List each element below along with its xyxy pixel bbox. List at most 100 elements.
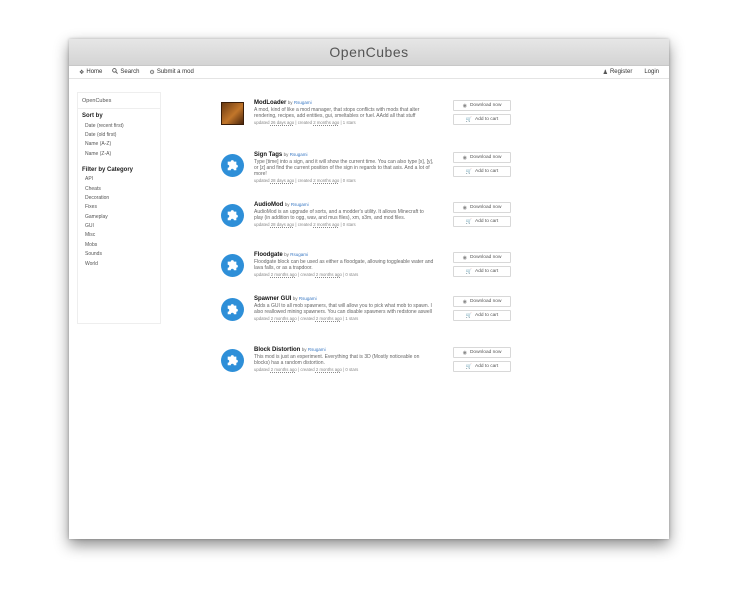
search-icon [112,68,119,76]
sidebar-brand[interactable]: OpenCubes [78,93,160,109]
created-time: 2 months ago [315,316,342,321]
mod-title[interactable]: Spawner GUI [254,296,291,302]
updated-time: 2 months ago [270,316,297,321]
add-to-cart-button[interactable]: 🛒 Add to cart [453,114,511,125]
category-item[interactable]: Misc [78,231,160,240]
mod-by-label: by [284,252,289,257]
stars-count: 0 stars [342,178,356,183]
download-button[interactable]: ◉ Download now [453,152,511,163]
download-icon: ◉ [462,204,467,211]
nav-home[interactable]: ❖ Home [79,69,102,76]
mod-author-link[interactable]: Rsugami [299,296,317,301]
updated-time: 2 months ago [270,367,297,372]
nav-submit-mod[interactable]: ⚙ Submit a mod [149,69,193,76]
mod-item: Block Distortion by Rsugami This mod is j… [219,347,519,389]
mod-by-label: by [283,152,289,157]
download-button[interactable]: ◉ Download now [453,100,511,111]
mod-meta: updated 28 days ago | created 2 months a… [254,178,356,183]
mod-description: This mod is just an experiment. Everythi… [254,354,420,366]
mod-title[interactable]: AudioMod [254,202,283,208]
category-item[interactable]: World [78,259,160,268]
download-button[interactable]: ◉ Download now [453,252,511,263]
mod-author-link[interactable]: Rsugami [294,100,312,105]
modloader-logo-icon[interactable] [221,102,244,125]
mod-description: Type [time] into a sign, and it will sho… [254,159,434,177]
category-item[interactable]: GUI [78,221,160,230]
sort-item[interactable]: Name (Z-A) [78,149,160,158]
browser-window: OpenCubes ❖ Home Search ⚙ Submit a mod ♟… [69,39,669,539]
category-item[interactable]: Gameplay [78,212,160,221]
mod-title[interactable]: ModLoader [254,100,286,106]
created-time: 2 months ago [313,120,340,125]
stars-count: 1 stars [345,316,359,321]
download-button[interactable]: ◉ Download now [453,347,511,358]
created-time: 2 months ago [313,222,340,227]
top-navbar: ❖ Home Search ⚙ Submit a mod ♟ Register … [69,66,669,79]
download-icon: ◉ [462,298,467,305]
nav-search[interactable]: Search [112,68,139,76]
stars-count: 1 stars [342,120,356,125]
window-title: OpenCubes [69,39,669,66]
mod-title[interactable]: Sign Tags [254,152,282,158]
updated-time: 2 months ago [270,272,297,277]
download-icon: ◉ [462,254,467,261]
puzzle-piece-icon[interactable] [221,254,244,277]
sort-item[interactable]: Date (recent first) [78,121,160,130]
mod-meta: updated 2 months ago | created 2 months … [254,272,359,277]
puzzle-piece-icon[interactable] [221,154,244,177]
category-item[interactable]: Mobs [78,240,160,249]
sort-item[interactable]: Date (old first) [78,130,160,139]
mod-description: AudioMod is an upgrade of sorts, and a m… [254,209,424,221]
mod-meta: updated 2 months ago | created 2 months … [254,367,359,372]
download-icon: ◉ [462,102,467,109]
cart-icon: 🛒 [465,116,473,123]
mod-by-label: by [287,100,293,105]
category-item[interactable]: Sounds [78,250,160,259]
add-to-cart-button[interactable]: 🛒 Add to cart [453,266,511,277]
home-icon: ❖ [79,69,85,76]
add-to-cart-button[interactable]: 🛒 Add to cart [453,361,511,372]
sidebar: OpenCubes Sort by Date (recent first) Da… [77,92,161,324]
mod-author-link[interactable]: Rsugami [291,202,309,207]
download-icon: ◉ [462,154,467,161]
category-item[interactable]: Fixes [78,203,160,212]
mod-description: Floodgate block can be used as either a … [254,259,434,271]
cart-icon: 🛒 [465,168,473,175]
mod-meta: updated 28 days ago | created 2 months a… [254,222,356,227]
mod-title[interactable]: Floodgate [254,252,283,258]
sort-item[interactable]: Name (A-Z) [78,140,160,149]
mod-author-link[interactable]: Rsugami [290,252,308,257]
cart-icon: 🛒 [465,312,473,319]
download-button[interactable]: ◉ Download now [453,296,511,307]
puzzle-piece-icon[interactable] [221,204,244,227]
mod-author-link[interactable]: Rsugami [290,152,308,157]
mod-description: A mod, kind of like a mod manager, that … [254,107,420,119]
mod-by-label: by [292,296,298,301]
sort-heading: Sort by [82,113,103,119]
mod-title[interactable]: Block Distortion [254,347,300,353]
category-item[interactable]: API [78,175,160,184]
download-button[interactable]: ◉ Download now [453,202,511,213]
add-to-cart-button[interactable]: 🛒 Add to cart [453,166,511,177]
add-to-cart-button[interactable]: 🛒 Add to cart [453,310,511,321]
updated-time: 28 days ago [270,178,295,183]
cart-icon: 🛒 [465,218,473,225]
stars-count: 0 stars [342,222,356,227]
puzzle-piece-icon[interactable] [221,349,244,372]
updated-time: 28 days ago [270,222,295,227]
add-to-cart-button[interactable]: 🛒 Add to cart [453,216,511,227]
download-icon: ◉ [462,349,467,356]
mod-author-link[interactable]: Rsugami [308,347,326,352]
puzzle-piece-icon[interactable] [221,298,244,321]
category-item[interactable]: Cheats [78,184,160,193]
created-time: 2 months ago [315,272,342,277]
nav-login[interactable]: Login [644,69,659,75]
nav-register[interactable]: ♟ Register [603,69,633,76]
stars-count: 0 stars [345,367,359,372]
mod-item: Floodgate by Rsugami Floodgate block can … [219,252,519,294]
category-item[interactable]: Decoration [78,193,160,202]
created-time: 2 months ago [313,178,340,183]
filter-heading: Filter by Category [82,166,134,173]
updated-time: 26 days ago [270,120,295,125]
mod-item: Spawner GUI by Rsugami Adds a GUI to all … [219,296,519,338]
